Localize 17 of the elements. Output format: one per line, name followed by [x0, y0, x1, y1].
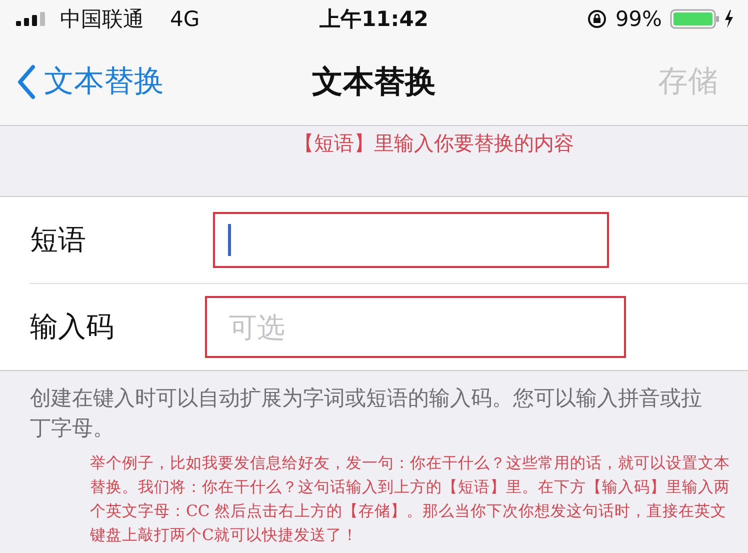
- annotation-text: 【短语】里输入你要替换的内容: [294, 130, 574, 157]
- annotation-text: 举个例子，比如我要发信息给好友，发一句：你在干什么？这些常用的话，就可以设置文本替换。我们将：你在干什么？这句话输入到上方的【短语】里。在下方【输入码】里输入两个英文字母：CC 然后点击右上方的【存储】。那么当你下次你想发这句话时，直接在英文键盘上敲打两个C就可以快捷发送了！: [90, 453, 731, 546]
- back-button[interactable]: 文本替换: [16, 61, 164, 102]
- back-chevron-icon: [16, 64, 36, 100]
- footer-note: 创建在键入时可以自动扩展为字词或短语的输入码。您可以输入拼音或拉丁字母。: [30, 385, 703, 442]
- input-field[interactable]: [213, 212, 609, 268]
- battery-percent: 99%: [615, 7, 662, 31]
- rotation-lock-icon: [587, 9, 608, 29]
- carrier-name: 中国联通: [60, 6, 144, 33]
- battery-charging-icon: [670, 9, 736, 29]
- field-label: 输入码: [30, 309, 115, 345]
- network-type: 4G: [170, 7, 200, 31]
- text-cursor: [228, 224, 231, 256]
- nav-title: 文本替换: [312, 62, 436, 102]
- status-time: 上午11:42: [320, 6, 428, 33]
- input-field[interactable]: 可选: [205, 296, 626, 358]
- field-label: 短语: [30, 222, 87, 258]
